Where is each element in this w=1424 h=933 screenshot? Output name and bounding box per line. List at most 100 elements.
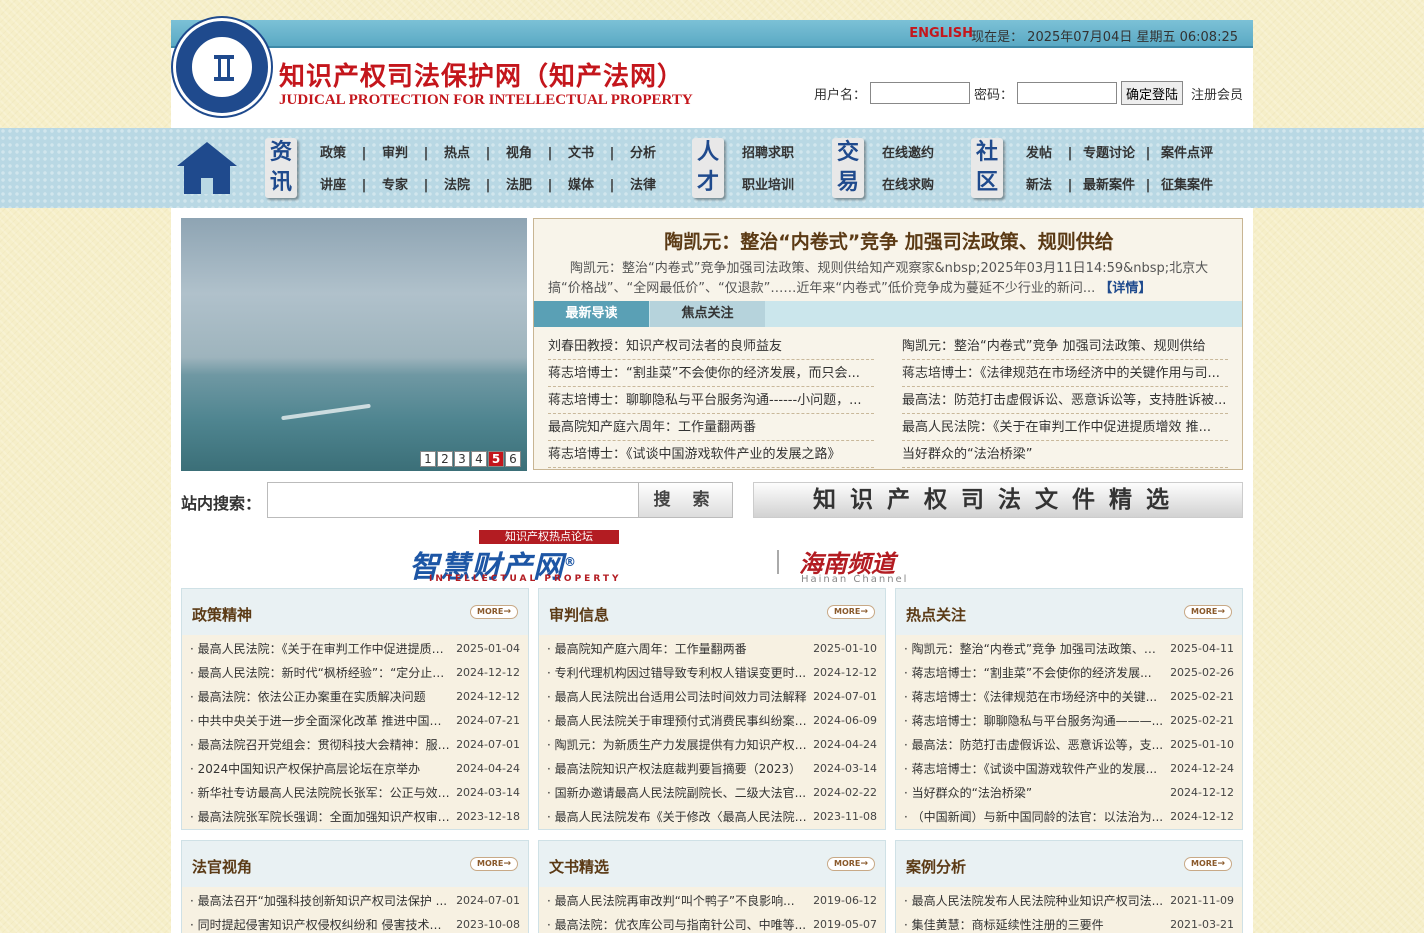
list-item-link[interactable]: 最高人民法院再审改判“叫个鸭子”不良影响... [547,889,809,913]
list-item-link[interactable]: 最高人民法院：新时代“枫桥经验”：“定分止争... [190,661,452,685]
list-item-link[interactable]: 最高人民法院关于审理预付式消费民事纠纷案件... [547,709,809,733]
news-link[interactable]: 陶凯元：整治“内卷式”竞争 加强司法政策、规则供给 [902,333,1228,360]
nav-item[interactable]: 最新案件 [1079,174,1139,193]
judicial-docs-banner[interactable]: 知识产权司法文件精选 [753,482,1243,518]
login-button[interactable]: 确定登陆 [1120,81,1183,105]
nav-item[interactable]: 新法 [1017,174,1061,193]
news-link[interactable]: 最高法：防范打击虚假诉讼、恶意诉讼等，支持胜诉被... [902,387,1228,414]
nav-item[interactable]: 法肥 [497,174,541,193]
slider-page-button[interactable]: 5 [488,451,504,467]
news-link[interactable]: 最高院知产庭六周年：工作量翻两番 [548,414,874,441]
panel-title[interactable]: 法官视角 [192,856,252,877]
nav-item[interactable]: 媒体 [559,174,603,193]
list-item-link[interactable]: 新华社专访最高人民法院院长张军：公正与效率... [190,781,452,805]
more-button[interactable]: MORE [1184,857,1232,871]
list-item-link[interactable]: 最高法院：优衣库公司与指南针公司、中唯等... [547,913,809,933]
slider-page-button[interactable]: 1 [420,451,436,467]
nav-item[interactable]: 政策 [311,142,355,161]
nav-item[interactable]: 专家 [373,174,417,193]
list-item-link[interactable]: 最高人民法院：《关于在审判工作中促进提质增效... [190,637,452,661]
list-item-link[interactable]: 蒋志培博士：“割韭菜”不会使你的经济发展... [904,661,1166,685]
nav-item[interactable]: 法律 [621,174,665,193]
nav-item[interactable]: 视角 [497,142,541,161]
list-item-link[interactable]: 专利代理机构因过错导致专利权人错误变更时... [547,661,809,685]
nav-item[interactable]: 在线邀约 [878,142,938,161]
search-input[interactable] [267,482,639,518]
more-button[interactable]: MORE [470,857,518,871]
nav-item[interactable]: 专题讨论 [1079,142,1139,161]
nav-item[interactable]: 法院 [435,174,479,193]
list-item-link[interactable]: 最高法院召开党组会：贯彻科技大会精神：服务高... [190,733,452,757]
panel-title[interactable]: 案例分析 [906,856,966,877]
news-link[interactable]: 蒋志培博士：《法律规范在市场经济中的关键作用与司... [902,360,1228,387]
court-scale-logo-icon[interactable] [173,18,271,116]
list-item-link[interactable]: 最高法院张军院长强调：全面加强知识产权审判... [190,805,452,829]
list-item-link[interactable]: 最高院知产庭六周年：工作量翻两番 [547,637,809,661]
search-button[interactable]: 搜 索 [638,482,733,518]
list-item-link[interactable]: 蒋志培博士：《法律规范在市场经济中的关键... [904,685,1166,709]
news-link[interactable]: 蒋志培博士：“割韭菜”不会使你的经济发展，而只会... [548,360,874,387]
tab-focus[interactable]: 焦点关注 [650,301,765,327]
slider-page-button[interactable]: 6 [505,451,521,467]
list-item-link[interactable]: 最高人民法院发布人民法院种业知识产权司法... [904,889,1166,913]
panel-title[interactable]: 审判信息 [549,604,609,625]
list-item-link[interactable]: 陶凯元：为新质生产力发展提供有力知识产权司... [547,733,809,757]
nav-item[interactable]: 热点 [435,142,479,161]
news-link[interactable]: 蒋志培博士：聊聊隐私与平台服务沟通------小问题，... [548,387,874,414]
list-item-link[interactable]: 同时提起侵害知识产权侵权纠纷和 侵害技术秘... [190,913,452,933]
slider-page-button[interactable]: 2 [437,451,453,467]
nav-item[interactable]: 在线求购 [878,174,938,193]
panel-title[interactable]: 政策精神 [192,604,252,625]
list-item-link[interactable]: 蒋志培博士：《试谈中国游戏软件产业的发展... [904,757,1166,781]
slider-page-button[interactable]: 3 [454,451,470,467]
list-item: 蒋志培博士：“割韭菜”不会使你的经济发展... 2025-02-26 [904,661,1234,685]
list-item-link[interactable]: （中国新闻）与新中国同龄的法官：以法治为... [904,805,1166,829]
headline-title[interactable]: 陶凯元：整治“内卷式”竞争 加强司法政策、规则供给 [534,227,1244,254]
english-link[interactable]: ENGLISH [909,26,973,41]
list-item-link[interactable]: 最高法召开“加强科技创新知识产权司法保护 ... [190,889,452,913]
list-item-link[interactable]: 最高人民法院发布《关于修改〈最高人民法院关... [547,805,809,829]
image-slider[interactable]: 123456 [181,218,527,471]
home-icon[interactable] [177,142,237,194]
list-item-link[interactable]: 最高人民法院出台适用公司法时间效力司法解释 [547,685,809,709]
tab-latest[interactable]: 最新导读 [534,301,649,327]
nav-item[interactable]: 分析 [621,142,665,161]
nav-item[interactable]: 征集案件 [1157,174,1217,193]
news-link[interactable]: 当好群众的“法治桥梁” [902,441,1228,468]
nav-item[interactable]: 招聘求职 [738,142,798,161]
ad-banner[interactable]: 知识产权热点论坛 智慧财产网® INTELLECTUAL PROPERTY 海南… [409,530,979,585]
headline-more-link[interactable]: 【详情】 [1099,281,1151,296]
nav-item[interactable]: 案件点评 [1157,142,1217,161]
site-title[interactable]: 知识产权司法保护网（知产法网） [279,56,684,93]
username-input[interactable] [869,82,970,104]
list-item-link[interactable]: 中共中央关于进一步全面深化改革 推进中国式现代化... [190,709,452,733]
nav-item[interactable]: 发帖 [1017,142,1061,161]
nav-item[interactable]: 审判 [373,142,417,161]
more-button[interactable]: MORE [827,857,875,871]
list-item-link[interactable]: 最高法院知识产权法庭裁判要旨摘要（2023） [547,757,809,781]
password-input[interactable] [1016,82,1117,104]
list-item-link[interactable]: 2024中国知识产权保护高层论坛在京举办 [190,757,452,781]
register-link[interactable]: 注册会员 [1191,84,1243,103]
list-item-link[interactable]: 集佳黄慧：商标延续性注册的三要件 [904,913,1166,933]
list-item-link[interactable]: 最高法：防范打击虚假诉讼、恶意诉讼等，支... [904,733,1166,757]
news-link[interactable]: 刘春田教授：知识产权司法者的良师益友 [548,333,874,360]
list-item-link[interactable]: 当好群众的“法治桥梁” [904,781,1166,805]
more-button[interactable]: MORE [470,605,518,619]
news-link[interactable]: 最高人民法院：《关于在审判工作中促进提质增效 推... [902,414,1228,441]
list-item-link[interactable]: 最高法院：依法公正办案重在实质解决问题 [190,685,452,709]
nav-item[interactable]: 职业培训 [738,174,798,193]
more-button[interactable]: MORE [1184,605,1232,619]
nav-item[interactable]: 文书 [559,142,603,161]
nav-item[interactable]: 讲座 [311,174,355,193]
list-item-link[interactable]: 国新办邀请最高人民法院副院长、二级大法官... [547,781,809,805]
news-link[interactable]: 蒋志培博士：《试谈中国游戏软件产业的发展之路》 [548,441,874,468]
panel-title[interactable]: 文书精选 [549,856,609,877]
more-button[interactable]: MORE [827,605,875,619]
panel-title[interactable]: 热点关注 [906,604,966,625]
list-item-date: 2024-06-09 [813,714,877,727]
slider-page-button[interactable]: 4 [471,451,487,467]
list-item-link[interactable]: 陶凯元：整治“内卷式”竞争 加强司法政策、规则供给 [904,637,1166,661]
list-item-link[interactable]: 蒋志培博士：聊聊隐私与平台服务沟通———... [904,709,1166,733]
list-item: 最高法院：依法公正办案重在实质解决问题 2024-12-12 [190,685,520,709]
